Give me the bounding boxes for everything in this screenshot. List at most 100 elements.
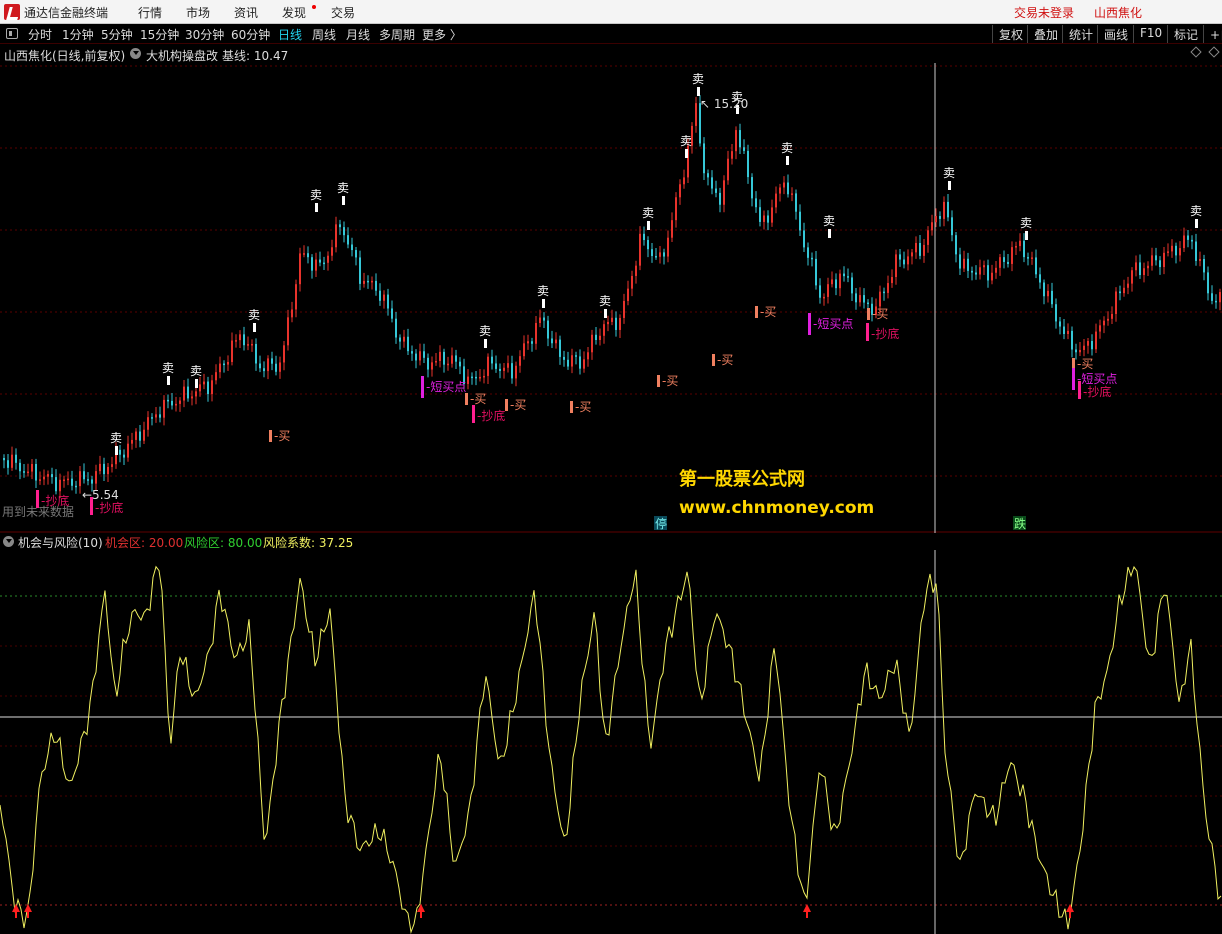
candle-body	[563, 356, 565, 360]
candle-body	[951, 217, 953, 236]
candle-body	[15, 454, 17, 463]
candle-body	[475, 376, 477, 379]
restore-rights-button[interactable]: 复权	[992, 25, 1029, 43]
future-data-note: 用到未来数据	[2, 505, 75, 519]
f10-button[interactable]: F10	[1133, 25, 1168, 43]
candle-body	[1087, 341, 1089, 346]
candle-body	[1199, 258, 1201, 261]
period-tab-60min[interactable]: 60分钟	[231, 26, 270, 43]
period-tab-multi[interactable]: 多周期	[379, 26, 415, 43]
candle-body	[107, 466, 109, 475]
candle-body	[527, 341, 529, 344]
candle-body	[1151, 255, 1153, 266]
indicator-dropdown-icon[interactable]	[130, 48, 141, 59]
candle-body	[123, 454, 125, 458]
candle-body	[443, 351, 445, 365]
custom-button[interactable]: +自	[1203, 25, 1222, 43]
baseline-label: 基线: 10.47	[222, 49, 289, 63]
statistics-button[interactable]: 统计	[1062, 25, 1099, 43]
candle-body	[567, 359, 569, 367]
period-tab-monthly[interactable]: 月线	[346, 26, 370, 43]
menu-discover[interactable]: 发现	[282, 4, 306, 21]
period-tab-weekly[interactable]: 周线	[312, 26, 336, 43]
candle-body	[3, 458, 5, 461]
menu-news[interactable]: 资讯	[234, 4, 258, 21]
period-tab-15min[interactable]: 15分钟	[140, 26, 179, 43]
candle-body	[487, 356, 489, 376]
candle-body	[147, 417, 149, 430]
short-buy-marker	[808, 313, 811, 335]
short-buy-marker	[1072, 368, 1075, 390]
candle-body	[511, 363, 513, 379]
candle-body	[639, 233, 641, 266]
candle-body	[795, 193, 797, 212]
login-status[interactable]: 交易未登录	[1014, 4, 1074, 21]
fall-badge: 跌	[1014, 516, 1026, 531]
candle-body	[251, 343, 253, 346]
short-buy-marker	[421, 376, 424, 398]
candle-body	[331, 247, 333, 256]
candle-body	[931, 222, 933, 231]
candle-body	[315, 259, 317, 271]
risk-opportunity-chart[interactable]	[0, 550, 1222, 934]
period-tab-more[interactable]: 更多 〉	[422, 26, 462, 43]
candle-body	[811, 257, 813, 260]
sub-indicator-dropdown-icon[interactable]	[3, 536, 14, 547]
candle-body	[963, 258, 965, 269]
sub-indicator-name[interactable]: 机会与风险(10)	[18, 534, 103, 551]
candle-body	[507, 363, 509, 368]
candle-body	[219, 363, 221, 373]
candle-body	[1139, 262, 1141, 276]
candle-body	[279, 362, 281, 372]
candle-body	[775, 193, 777, 208]
period-tab-intraday[interactable]: 分时	[28, 26, 52, 43]
sell-signal-label: 卖	[1190, 204, 1202, 218]
period-tab-1min[interactable]: 1分钟	[62, 26, 94, 43]
mark-button[interactable]: 标记	[1167, 25, 1204, 43]
candle-body	[859, 295, 861, 303]
candle-body	[503, 367, 505, 371]
overlay-button[interactable]: 叠加	[1027, 25, 1064, 43]
period-tab-daily[interactable]: 日线	[278, 26, 302, 43]
candle-body	[743, 147, 745, 151]
draw-line-button[interactable]: 画线	[1097, 25, 1134, 43]
candle-body	[227, 361, 229, 365]
candle-body	[111, 464, 113, 467]
panel-toggle-icon[interactable]	[6, 28, 18, 39]
stock-label: 山西焦化(日线,前复权)	[4, 49, 126, 63]
bottom-signal-label: -抄底	[477, 408, 505, 423]
candle-body	[59, 479, 61, 492]
sell-signal-marker	[828, 229, 831, 238]
sell-signal-label: 卖	[1020, 216, 1032, 230]
candle-body	[719, 192, 721, 205]
watermark-title: 第一股票公式网	[679, 469, 805, 490]
candle-body	[747, 150, 749, 178]
main-candlestick-chart[interactable]: 卖卖 卖卖卖 卖卖卖卖卖卖卖卖卖卖卖卖卖↖ 15.20←5.54-买-买 -买 -买-买…	[0, 63, 1222, 533]
candle-body	[939, 216, 941, 219]
candle-body	[539, 317, 541, 324]
candle-body	[63, 479, 65, 482]
candle-body	[683, 177, 685, 185]
candle-body	[303, 253, 305, 255]
candle-body	[587, 352, 589, 360]
buy-signal-label: -买	[872, 307, 888, 321]
period-tab-5min[interactable]: 5分钟	[101, 26, 133, 43]
candle-body	[703, 143, 705, 174]
candle-body	[423, 351, 425, 358]
candle-body	[395, 318, 397, 338]
candle-body	[955, 235, 957, 255]
menu-market[interactable]: 市场	[186, 4, 210, 21]
candle-body	[83, 471, 85, 480]
candle-body	[259, 363, 261, 369]
candle-body	[1159, 260, 1161, 268]
candle-body	[623, 300, 625, 318]
high-price-label: ↖ 15.20	[700, 97, 748, 111]
candle-body	[1107, 318, 1109, 321]
menu-quotes[interactable]: 行情	[138, 4, 162, 21]
candle-body	[583, 359, 585, 369]
indicator-name[interactable]: 大机构操盘改	[146, 47, 218, 64]
candle-body	[307, 253, 309, 258]
candle-body	[1039, 274, 1041, 283]
period-tab-30min[interactable]: 30分钟	[185, 26, 224, 43]
menu-trade[interactable]: 交易	[331, 4, 355, 21]
